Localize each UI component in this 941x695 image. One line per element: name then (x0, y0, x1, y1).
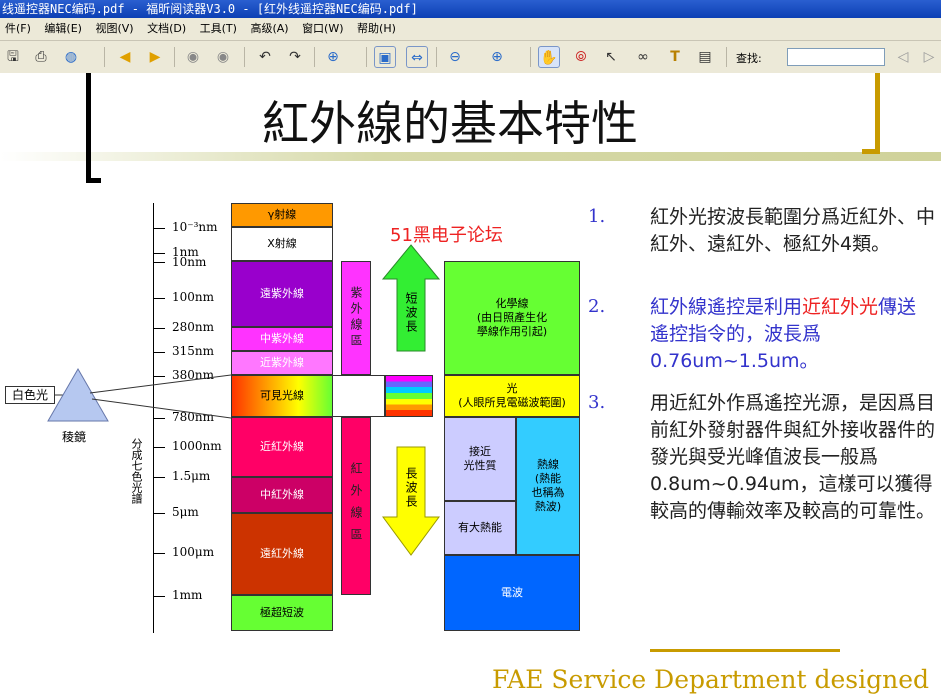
forum-watermark: 51黑电子论坛 (390, 225, 503, 246)
light-box: 光 (人眼所見電磁波範圍) (444, 375, 580, 417)
zoom-out-minus-icon[interactable]: ⊖ (444, 46, 466, 68)
fit-width-icon[interactable]: ⇔ (406, 46, 428, 68)
window-title: 线遥控器NEC编码.pdf - 福昕阅读器V3.0 - [红外线遥控器NEC编码… (0, 0, 941, 18)
bracket-right (875, 73, 880, 153)
menu-document[interactable]: 文档(D) (142, 22, 191, 35)
big-heat-box: 有大熱能 (444, 501, 516, 555)
radio-wave-box: 電波 (444, 555, 580, 631)
zoom-in-plus-icon[interactable]: ⊕ (486, 46, 508, 68)
menu-advanced[interactable]: 高级(A) (245, 22, 293, 35)
heat-ray-box: 熱線 (熱能 也稱為 熱波) (516, 417, 580, 555)
next-page-icon[interactable]: ▶ (144, 46, 166, 68)
prism-label: 稜鏡 (62, 430, 87, 444)
prev-page-icon[interactable]: ◀ (114, 46, 136, 68)
back-icon[interactable]: ◉ (182, 46, 204, 68)
uv-region-label: 紫外線區 (341, 261, 371, 375)
seven-color-label: 分成七色光譜 (130, 438, 143, 504)
bracket-left (86, 73, 91, 183)
prism-diagram (47, 367, 231, 422)
point-3-number: 3. (588, 392, 606, 413)
slide-page: 紅外線的基本特性 10⁻³nm 1nm 10nm 100nm 280nm 315… (0, 73, 941, 695)
menu-help[interactable]: 帮助(H) (352, 22, 401, 35)
print-icon[interactable]: ⎙ (30, 46, 52, 68)
slide-title: 紅外線的基本特性 (262, 97, 638, 152)
band-uhf: 極超短波 (231, 595, 333, 631)
near-light-box: 接近 光性質 (444, 417, 516, 501)
forward-icon[interactable]: ◉ (212, 46, 234, 68)
fit-page-icon[interactable]: ▣ (374, 46, 396, 68)
point-2-text: 紅外線遙控是利用近紅外光傳送遙控指令的，波長爲0.76um~1.5um。 (650, 294, 935, 375)
band-near-ir: 近紅外線 (231, 417, 333, 477)
tick-label: 10nm (172, 255, 207, 269)
band-mid-ir: 中紅外線 (231, 477, 333, 513)
band-gamma: γ射線 (231, 203, 333, 227)
menu-file[interactable]: 件(F) (0, 22, 36, 35)
tick-label: 100nm (172, 290, 215, 304)
tick-label: 315nm (172, 344, 215, 358)
footer-text: FAE Service Department designed (492, 665, 930, 694)
tick-label: 1mm (172, 588, 203, 602)
find-input[interactable] (787, 48, 885, 66)
find-prev-icon[interactable]: ◁ (892, 46, 914, 68)
tick-label: 280nm (172, 320, 215, 334)
tick-label: 1.5μm (172, 469, 211, 483)
menu-view[interactable]: 视图(V) (90, 22, 138, 35)
band-xray: X射線 (231, 227, 333, 261)
select-arrow-icon[interactable]: ↖ (600, 46, 622, 68)
point-3-text: 用近紅外作爲遙控光源，是因爲目前紅外發射器件與紅外接收器件的發光與受光峰值波長一… (650, 392, 936, 522)
band-mid-uv: 中紫外線 (231, 327, 333, 351)
hand-tool-icon[interactable]: ✋ (538, 46, 560, 68)
long-wave-label: 長波長 (404, 467, 418, 509)
tick-label: 100μm (172, 545, 215, 559)
point-2-number: 2. (588, 296, 606, 317)
color-spectrum-strip (385, 375, 433, 417)
point-1-text: 紅外光按波長範圍分爲近紅外、中紅外、遠紅外、極紅外4類。 (650, 206, 936, 255)
menu-bar: 件(F) 编辑(E) 视图(V) 文档(D) 工具(T) 高级(A) 窗口(W)… (0, 18, 941, 41)
band-near-uv: 近紫外線 (231, 351, 333, 375)
find-label: 查找: (736, 52, 762, 65)
short-wave-label: 短波長 (404, 292, 418, 334)
snapshot-icon[interactable]: ▤ (694, 46, 716, 68)
glasses-icon[interactable]: ⦾ (570, 46, 592, 68)
band-far-ir: 遠紅外線 (231, 513, 333, 595)
rotate-left-icon[interactable]: ↶ (254, 46, 276, 68)
chemical-ray-box: 化學線 (由日照產生化 學線作用引起) (444, 261, 580, 375)
point-1-number: 1. (588, 206, 606, 227)
ir-region-label: 紅外線區 (341, 417, 371, 595)
globe-icon[interactable]: ◍ (60, 46, 82, 68)
rotate-right-icon[interactable]: ↷ (284, 46, 306, 68)
menu-edit[interactable]: 编辑(E) (39, 22, 87, 35)
zoom-in-icon[interactable]: ⊕ (322, 46, 344, 68)
point-2-highlight: 近紅外光 (802, 296, 879, 318)
text-select-icon[interactable]: T (664, 46, 686, 68)
band-far-uv: 遠紫外線 (231, 261, 333, 327)
find-next-icon[interactable]: ▷ (918, 46, 940, 68)
tick-label: 5μm (172, 505, 199, 519)
point-2-text-part1: 紅外線遙控是利用 (650, 296, 803, 318)
tick-label: 10⁻³nm (172, 220, 218, 234)
toolbar: 🖫 ⎙ ◍ ◀ ▶ ◉ ◉ ↶ ↷ ⊕ ▣ ⇔ ⊖ ⊕ ✋ ⦾ ↖ ∞ T ▤ … (0, 41, 941, 74)
binoculars-icon[interactable]: ∞ (632, 46, 654, 68)
save-icon[interactable]: 🖫 (2, 46, 24, 68)
band-visible: 可見光線 (231, 375, 333, 417)
menu-tools[interactable]: 工具(T) (195, 22, 242, 35)
footer-line (650, 649, 840, 652)
menu-window[interactable]: 窗口(W) (297, 22, 348, 35)
